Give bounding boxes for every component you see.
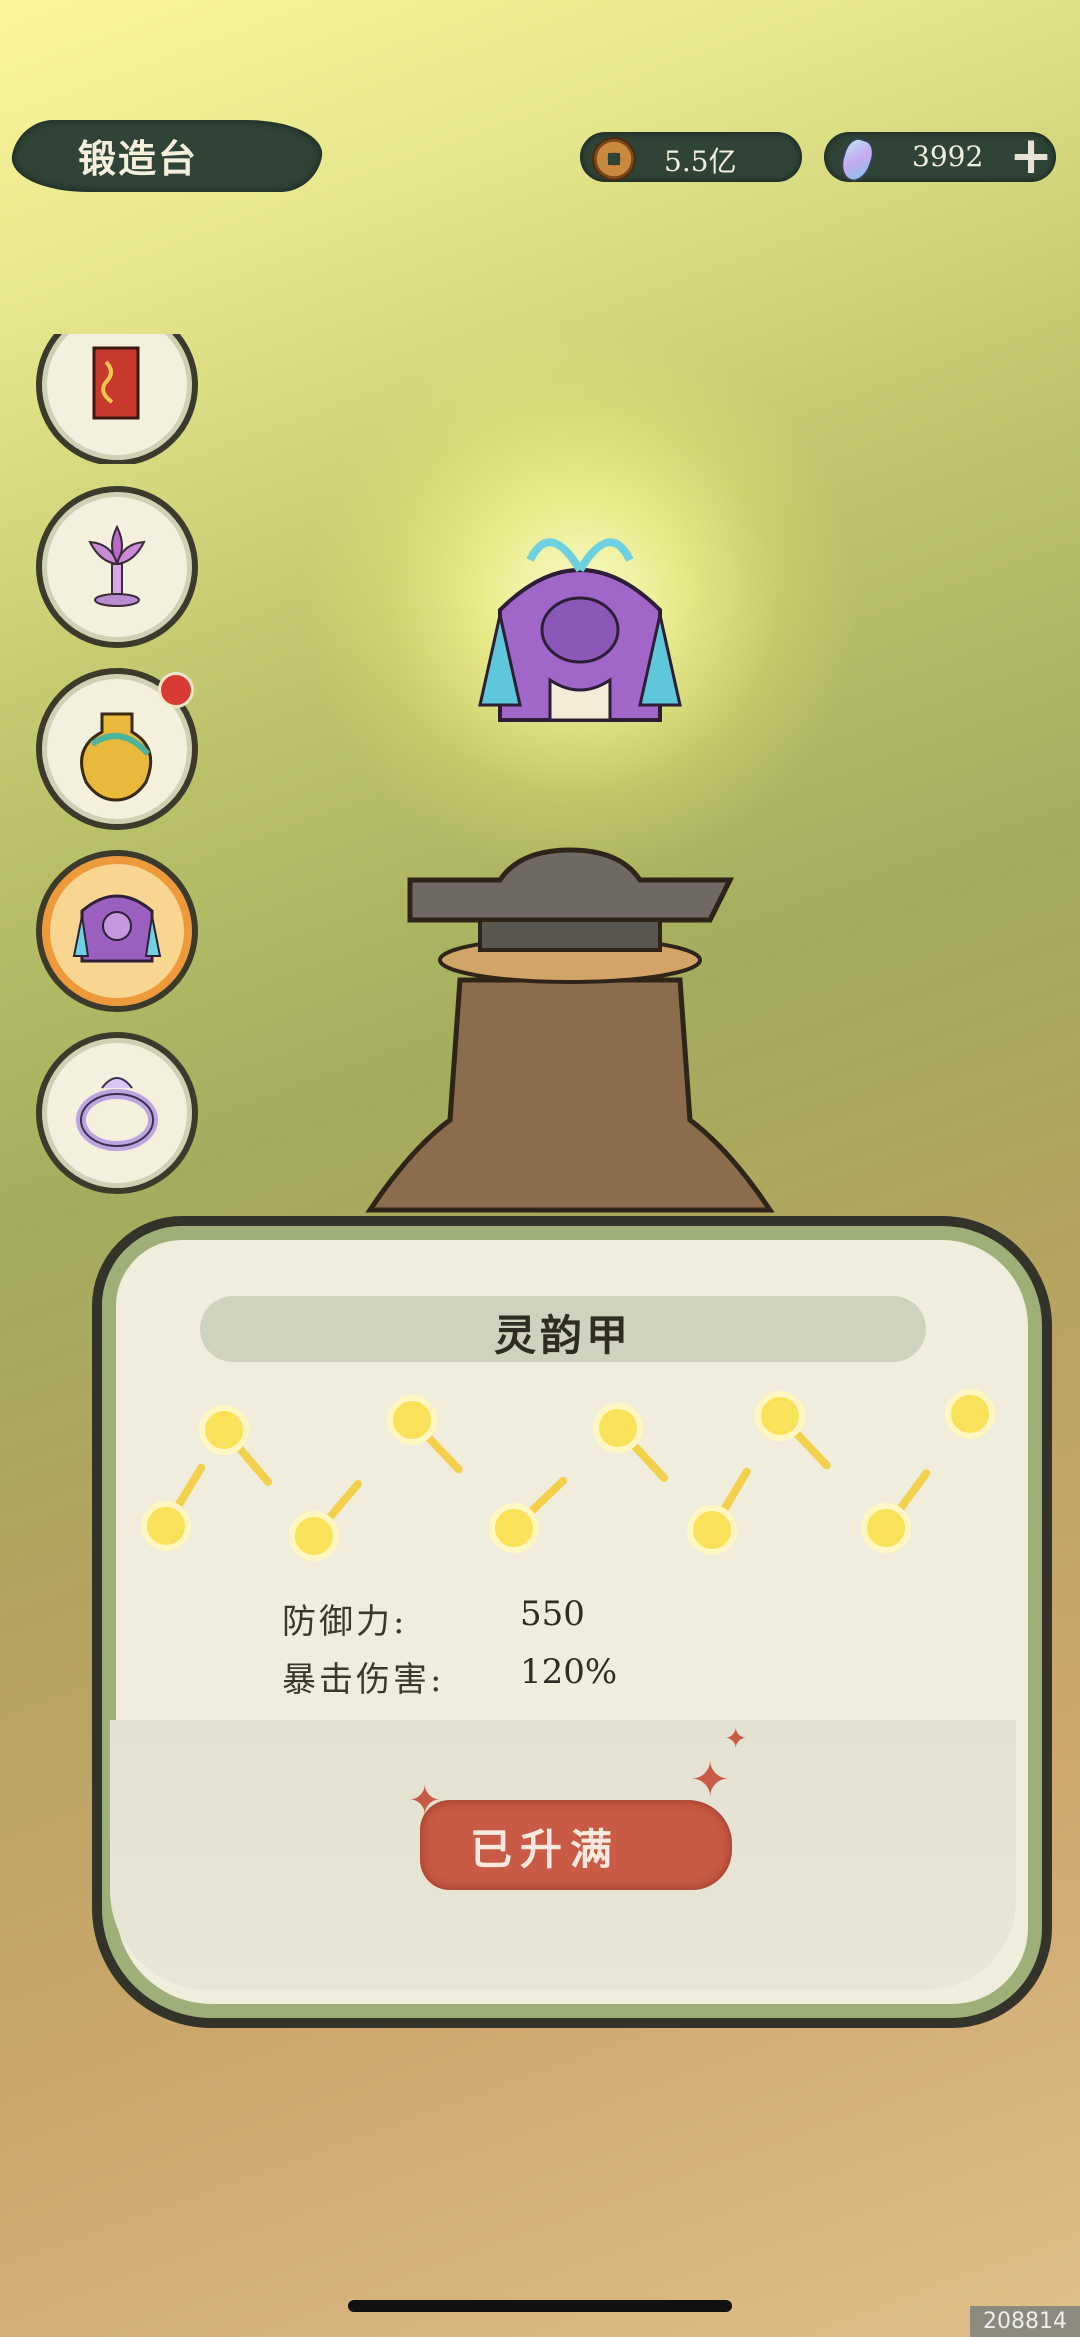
- level-orb: [141, 1501, 191, 1551]
- stat-label-crit-damage: 暴击伤害:: [282, 1660, 445, 1700]
- bracelet-icon: [76, 1077, 158, 1151]
- sidebar-slot-lotus-lamp[interactable]: [36, 486, 198, 648]
- coin-icon: [592, 137, 636, 181]
- sparkle-icon: ✦: [724, 1722, 748, 1755]
- stat-label-defense: 防御力:: [282, 1602, 408, 1642]
- sidebar-slot-armor[interactable]: [36, 850, 198, 1012]
- anvil-stump: [365, 847, 775, 1213]
- page-title: 锻造台: [78, 136, 199, 181]
- level-orb: [489, 1503, 539, 1553]
- talisman-icon: [92, 346, 140, 420]
- sparkle-icon: ✦: [690, 1752, 731, 1808]
- lotus-lamp-icon: [88, 524, 146, 607]
- coin-amount: 5.5亿: [664, 145, 737, 178]
- home-indicator[interactable]: [348, 2300, 732, 2312]
- level-orb: [593, 1403, 643, 1453]
- upgrade-level-track: [141, 1389, 995, 1561]
- level-orb: [755, 1391, 805, 1441]
- stat-value-defense: 550: [520, 1594, 585, 1634]
- add-gems-button[interactable]: +: [1006, 128, 1056, 184]
- sparkle-icon: ✦: [408, 1778, 442, 1824]
- level-orb: [687, 1505, 737, 1555]
- level-orb: [861, 1503, 911, 1553]
- maxed-button-label: 已升满: [469, 1825, 620, 1874]
- armor-display-icon: [478, 538, 682, 722]
- corner-tag: 208814: [970, 2306, 1080, 2337]
- level-orb: [199, 1405, 249, 1455]
- sidebar-slot-talisman[interactable]: [0, 334, 200, 464]
- notification-badge: [158, 672, 194, 708]
- gem-amount: 3992: [912, 140, 984, 173]
- level-orb: [289, 1511, 339, 1561]
- level-orb: [945, 1389, 995, 1439]
- armor-icon: [72, 894, 162, 963]
- item-name: 灵韵甲: [493, 1311, 632, 1360]
- sidebar-slot-bracelet[interactable]: [36, 1032, 198, 1194]
- level-orb: [387, 1395, 437, 1445]
- stat-value-crit-damage: 120%: [520, 1652, 618, 1692]
